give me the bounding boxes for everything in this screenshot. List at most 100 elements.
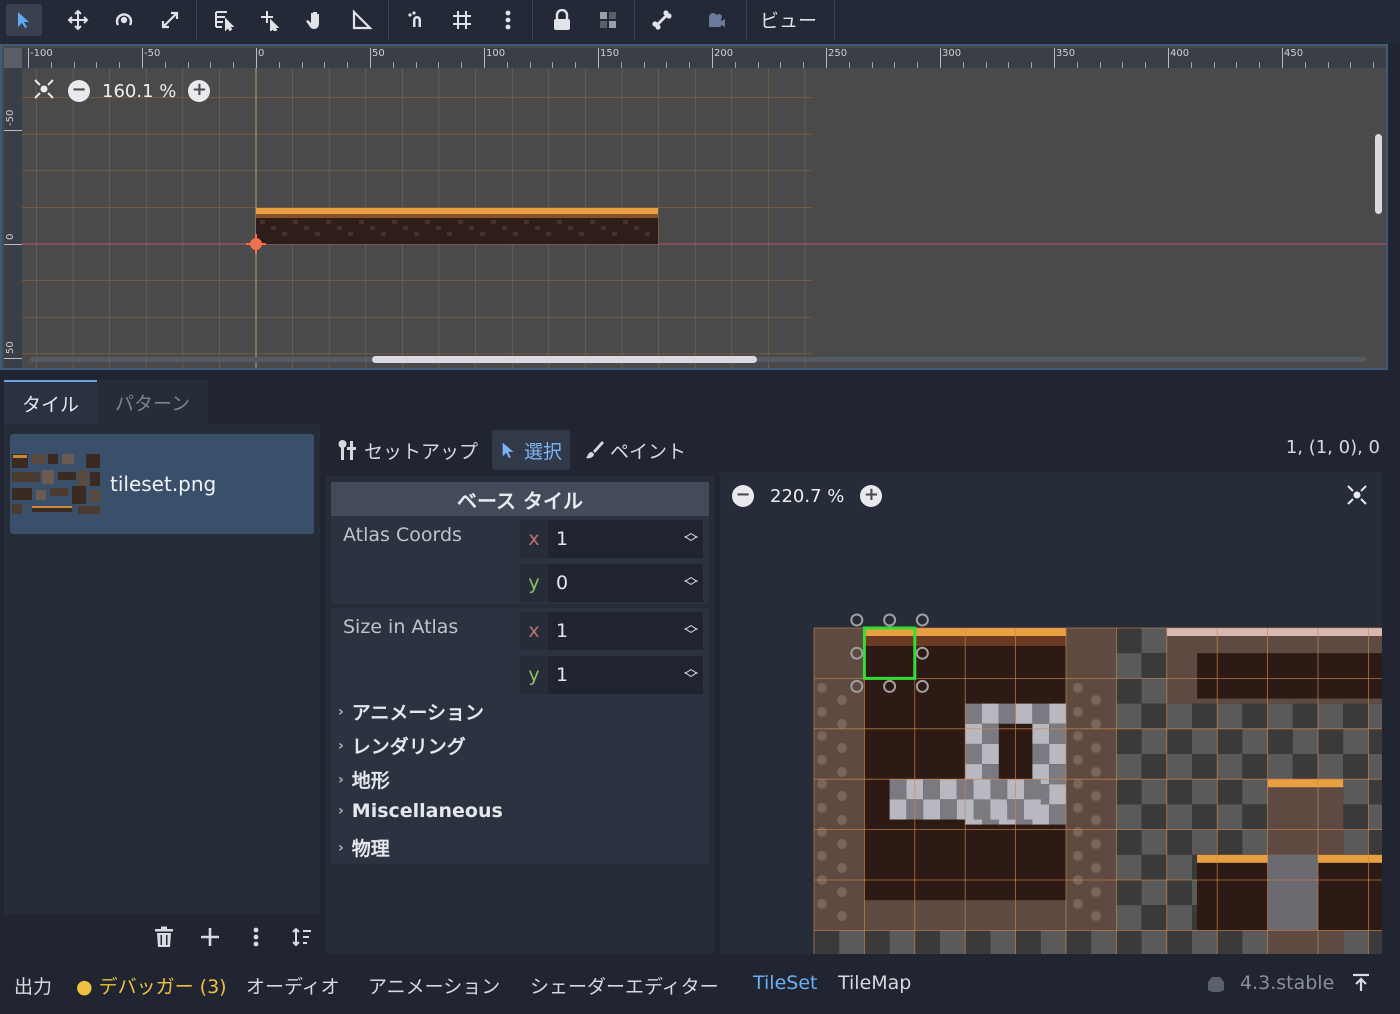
move-icon[interactable] — [60, 4, 96, 36]
zoom-out-button[interactable]: − — [732, 485, 754, 507]
bottom-tab-audio[interactable]: オーディオ — [246, 972, 340, 999]
ruler-icon[interactable] — [344, 4, 380, 36]
ruler-label: 250 — [828, 48, 848, 59]
ruler-label: 450 — [1284, 48, 1304, 59]
group-icon[interactable] — [590, 4, 626, 36]
ruler-label: 100 — [486, 48, 506, 59]
mode-paint[interactable]: ペイント — [576, 430, 694, 470]
ruler-label: -50 — [5, 109, 16, 126]
mode-select-label: 選択 — [524, 440, 563, 463]
ruler-tick — [256, 48, 257, 68]
size-in-atlas-y-value[interactable]: 1 — [556, 664, 679, 686]
section-label: 物理 — [351, 838, 390, 860]
tile-coords-readout: 1, (1, 0), 0 — [1285, 437, 1380, 458]
zoom-fit-icon[interactable] — [1346, 484, 1368, 510]
tile-mode-bar: セットアップ 選択 ペイント — [330, 430, 694, 470]
v-scrollbar[interactable] — [1375, 134, 1382, 214]
axis-x-label: x — [520, 520, 548, 558]
pan-icon[interactable] — [298, 4, 334, 36]
section-animation[interactable]: › アニメーション — [338, 698, 484, 725]
tab-tiles[interactable]: タイル — [4, 380, 98, 424]
zoom-level: 160.1 % — [102, 80, 177, 102]
ruler-corner — [4, 48, 22, 68]
ruler-horizontal: -100 -50 0 50 100 150 200 250 300 350 400 450 — [22, 48, 1386, 68]
bottom-tab-tilemap[interactable]: TileMap — [838, 972, 911, 994]
zoom-out-button[interactable]: − — [68, 80, 90, 102]
rotate-icon[interactable] — [106, 4, 142, 36]
chevron-right-icon: › — [338, 803, 344, 819]
bottom-tab-debugger[interactable]: ● デバッガー (3) — [76, 972, 227, 999]
resize-handle[interactable] — [883, 613, 897, 627]
section-terrain[interactable]: › 地形 — [338, 766, 390, 793]
spin-arrows-icon[interactable]: ︿ ﹀ — [679, 618, 703, 643]
view-menu[interactable]: ビュー — [760, 6, 817, 34]
size-in-atlas-y-field[interactable]: y 1 ︿ ﹀ — [520, 656, 703, 694]
zoom-reset-icon[interactable] — [32, 78, 56, 105]
mode-setup[interactable]: セットアップ — [330, 430, 486, 470]
size-in-atlas-x-value[interactable]: 1 — [556, 620, 679, 642]
ruler-label: 300 — [942, 48, 962, 59]
more-icon[interactable] — [490, 4, 526, 36]
select-icon[interactable] — [6, 4, 42, 36]
camera-icon[interactable] — [698, 4, 734, 36]
sort-icon[interactable] — [288, 920, 316, 954]
ruler-tick — [598, 48, 599, 68]
section-physics[interactable]: › 物理 — [338, 834, 390, 861]
section-rendering[interactable]: › レンダリング — [338, 732, 466, 759]
canvas-viewport[interactable]: -100 -50 0 50 100 150 200 250 300 350 400 450 -50 0 5… — [0, 44, 1388, 370]
atlas-coords-x-row: Atlas Coords x 1 ︿ ﹀ — [331, 516, 709, 560]
atlas-coords-y-value[interactable]: 0 — [556, 572, 679, 594]
tools-icon — [338, 440, 356, 460]
list-select-icon[interactable] — [206, 4, 242, 36]
resize-handle[interactable] — [915, 613, 929, 627]
spin-arrows-icon[interactable]: ︿ ﹀ — [679, 526, 703, 551]
chevron-right-icon: › — [338, 703, 344, 720]
ruler-tick — [484, 48, 485, 68]
bottom-tab-output[interactable]: 出力 — [14, 972, 52, 999]
bone-icon[interactable] — [644, 4, 680, 36]
ruler-label: -100 — [30, 48, 53, 59]
add-icon[interactable] — [196, 920, 224, 954]
ruler-label: 200 — [714, 48, 734, 59]
version-label: 4.3.stable — [1240, 972, 1335, 994]
grid-snap-icon[interactable] — [444, 4, 480, 36]
chevron-right-icon: › — [338, 771, 344, 788]
mode-select[interactable]: 選択 — [492, 430, 571, 470]
section-label: レンダリング — [351, 736, 466, 758]
lock-icon[interactable] — [544, 4, 580, 36]
scale-icon[interactable] — [152, 4, 188, 36]
section-miscellaneous[interactable]: › Miscellaneous — [338, 800, 503, 822]
zoom-in-button[interactable]: + — [188, 80, 211, 102]
ruler-tick — [826, 48, 827, 68]
atlas-coords-y-field[interactable]: y 0 ︿ ﹀ — [520, 564, 703, 602]
delete-icon[interactable] — [150, 920, 178, 954]
size-in-atlas-x-field[interactable]: x 1 ︿ ﹀ — [520, 612, 703, 650]
smart-snap-icon[interactable] — [398, 4, 434, 36]
axis-y-label: y — [520, 656, 548, 694]
pivot-icon[interactable] — [252, 4, 288, 36]
bottom-tab-animation[interactable]: アニメーション — [368, 972, 500, 999]
tab-patterns[interactable]: パターン — [97, 380, 209, 424]
chevron-right-icon: › — [338, 839, 344, 856]
ruler-label: 400 — [1170, 48, 1190, 59]
resize-handle[interactable] — [850, 613, 864, 627]
atlas-coords-x-value[interactable]: 1 — [556, 528, 679, 550]
canvas-area[interactable] — [22, 60, 1386, 368]
spin-arrows-icon[interactable]: ︿ ﹀ — [679, 662, 703, 687]
ruler-tick — [370, 48, 371, 68]
bottom-tab-shader-editor[interactable]: シェーダーエディター — [530, 972, 719, 999]
size-in-atlas-y-row: y 1 ︿ ﹀ — [331, 652, 709, 696]
zoom-in-button[interactable]: + — [860, 485, 883, 507]
ruler-label: 350 — [1056, 48, 1076, 59]
bottom-tab-tileset[interactable]: TileSet — [753, 972, 817, 994]
ruler-label: -50 — [144, 48, 161, 59]
spin-arrows-icon[interactable]: ︿ ﹀ — [679, 570, 703, 595]
godot-editor: ビュー -100 -50 0 50 100 150 200 250 300 350 400 450 -… — [0, 0, 1400, 1014]
tile-strip — [256, 208, 658, 244]
atlas-coords-x-field[interactable]: x 1 ︿ ﹀ — [520, 520, 703, 558]
more-options-icon[interactable] — [242, 920, 270, 954]
atlas-view[interactable] — [720, 472, 1382, 954]
expand-panel-icon[interactable] — [1350, 972, 1372, 998]
h-scrollbar[interactable] — [372, 356, 757, 363]
axis-y-label: y — [520, 564, 548, 602]
